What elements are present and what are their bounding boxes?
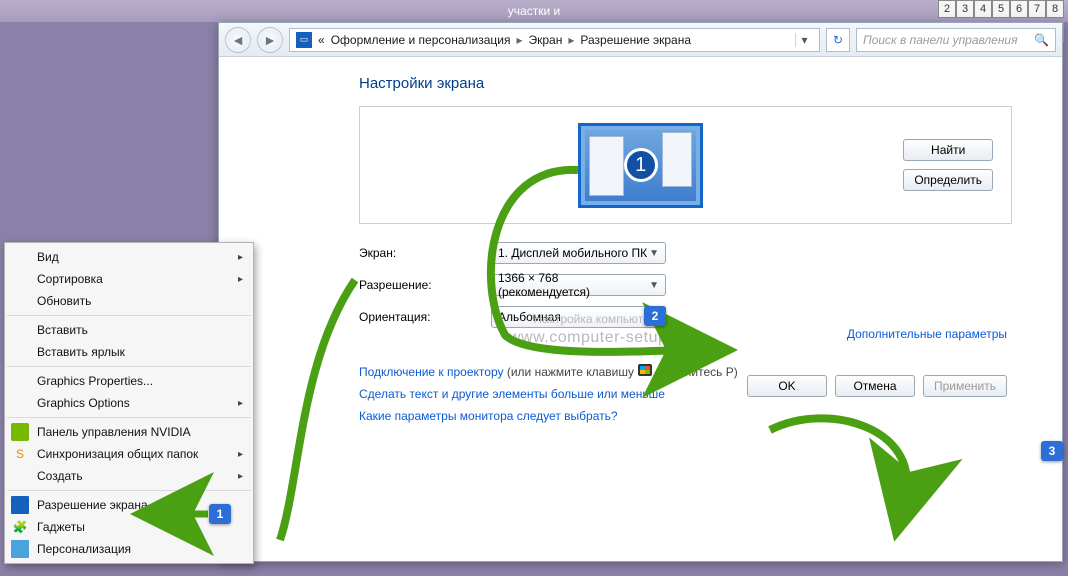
workspace-8[interactable]: 8 — [1046, 0, 1064, 18]
nav-forward-button[interactable]: ► — [257, 27, 283, 53]
content-area: Настройки экрана 1 Найти Определить Экра… — [219, 57, 1062, 449]
personalize-icon — [11, 540, 29, 558]
ctx-nvidia[interactable]: Панель управления NVIDIA — [5, 421, 253, 443]
separator — [7, 315, 251, 316]
display-combo[interactable]: 1. Дисплей мобильного ПК ▼ — [491, 242, 666, 264]
separator — [7, 366, 251, 367]
breadcrumb-item-2[interactable]: Экран — [528, 33, 562, 47]
address-bar: ◄ ► ▭ « Оформление и персонализация ▸ Эк… — [219, 23, 1062, 57]
gadgets-icon: 🧩 — [11, 518, 29, 536]
separator — [7, 490, 251, 491]
search-icon: 🔍 — [1034, 33, 1049, 47]
breadcrumb-prefix: « — [318, 33, 325, 47]
ctx-sync-folders[interactable]: S Синхронизация общих папок — [5, 443, 253, 465]
projector-hint-2: и коснитесь Р) — [657, 365, 738, 379]
taskbar: участки и — [0, 0, 1068, 22]
text-size-link[interactable]: Сделать текст и другие элементы больше и… — [359, 387, 665, 401]
chevron-right-icon: ▸ — [516, 33, 522, 47]
monitor-icon — [11, 496, 29, 514]
resolution-combo[interactable]: 1366 × 768 (рекомендуется) ▼ — [491, 274, 666, 296]
ctx-graphics-options[interactable]: Graphics Options — [5, 392, 253, 414]
resolution-label: Разрешение: — [359, 278, 479, 292]
search-placeholder: Поиск в панели управления — [863, 33, 1018, 47]
screen-resolution-window: ◄ ► ▭ « Оформление и персонализация ▸ Эк… — [218, 22, 1063, 562]
search-input[interactable]: Поиск в панели управления 🔍 — [856, 28, 1056, 52]
nvidia-icon — [11, 423, 29, 441]
separator — [7, 417, 251, 418]
page-title: Настройки экрана — [359, 75, 1012, 92]
find-button[interactable]: Найти — [903, 139, 993, 161]
ctx-graphics-properties[interactable]: Graphics Properties... — [5, 370, 253, 392]
ok-button[interactable]: OK — [747, 375, 827, 397]
ctx-sort[interactable]: Сортировка — [5, 268, 253, 290]
sync-icon: S — [11, 445, 29, 463]
chevron-down-icon: ▼ — [649, 280, 659, 291]
workspace-numbers: 2 3 4 5 6 7 8 — [938, 0, 1064, 18]
advanced-settings-link[interactable]: Дополнительные параметры — [847, 327, 1007, 341]
breadcrumb-item-3[interactable]: Разрешение экрана — [580, 33, 691, 47]
resolution-combo-value: 1366 × 768 (рекомендуется) — [498, 271, 649, 299]
ctx-refresh[interactable]: Обновить — [5, 290, 253, 312]
workspace-6[interactable]: 6 — [1010, 0, 1028, 18]
chevron-right-icon: ▸ — [568, 33, 574, 47]
annotation-2: 2 — [644, 306, 666, 326]
refresh-button[interactable]: ↻ — [826, 28, 850, 52]
ctx-paste[interactable]: Вставить — [5, 319, 253, 341]
dialog-buttons: OK Отмена Применить — [747, 375, 1007, 397]
nav-back-button[interactable]: ◄ — [225, 27, 251, 53]
cancel-button[interactable]: Отмена — [835, 375, 915, 397]
workspace-7[interactable]: 7 — [1028, 0, 1046, 18]
taskbar-title: участки и — [508, 4, 560, 18]
breadcrumb-dropdown[interactable]: ▾ — [795, 33, 813, 47]
ctx-create[interactable]: Создать — [5, 465, 253, 487]
ctx-paste-shortcut[interactable]: Вставить ярлык — [5, 341, 253, 363]
display-combo-value: 1. Дисплей мобильного ПК — [498, 246, 647, 260]
orientation-label: Ориентация: — [359, 310, 479, 324]
apply-button[interactable]: Применить — [923, 375, 1007, 397]
monitor-thumbnail-1[interactable]: 1 — [578, 123, 703, 208]
watermark-line2: www.computer-setup.ru — [509, 328, 688, 349]
workspace-2[interactable]: 2 — [938, 0, 956, 18]
breadcrumb[interactable]: ▭ « Оформление и персонализация ▸ Экран … — [289, 28, 820, 52]
display-preview: 1 Найти Определить — [359, 106, 1012, 224]
projector-link[interactable]: Подключение к проектору — [359, 365, 504, 379]
ctx-view[interactable]: Вид — [5, 246, 253, 268]
monitor-number: 1 — [624, 148, 658, 182]
ctx-personalize[interactable]: Персонализация — [5, 538, 253, 560]
monitor-params-link[interactable]: Какие параметры монитора следует выбрать… — [359, 409, 618, 423]
workspace-4[interactable]: 4 — [974, 0, 992, 18]
breadcrumb-item-1[interactable]: Оформление и персонализация — [331, 33, 511, 47]
windows-key-icon — [638, 364, 652, 376]
display-label: Экран: — [359, 246, 479, 260]
annotation-3: 3 — [1041, 441, 1063, 461]
detect-button[interactable]: Определить — [903, 169, 993, 191]
annotation-1: 1 — [209, 504, 231, 524]
workspace-3[interactable]: 3 — [956, 0, 974, 18]
workspace-5[interactable]: 5 — [992, 0, 1010, 18]
control-panel-icon: ▭ — [296, 32, 312, 48]
projector-hint-1: (или нажмите клавишу — [507, 365, 638, 379]
chevron-down-icon: ▼ — [649, 248, 659, 259]
